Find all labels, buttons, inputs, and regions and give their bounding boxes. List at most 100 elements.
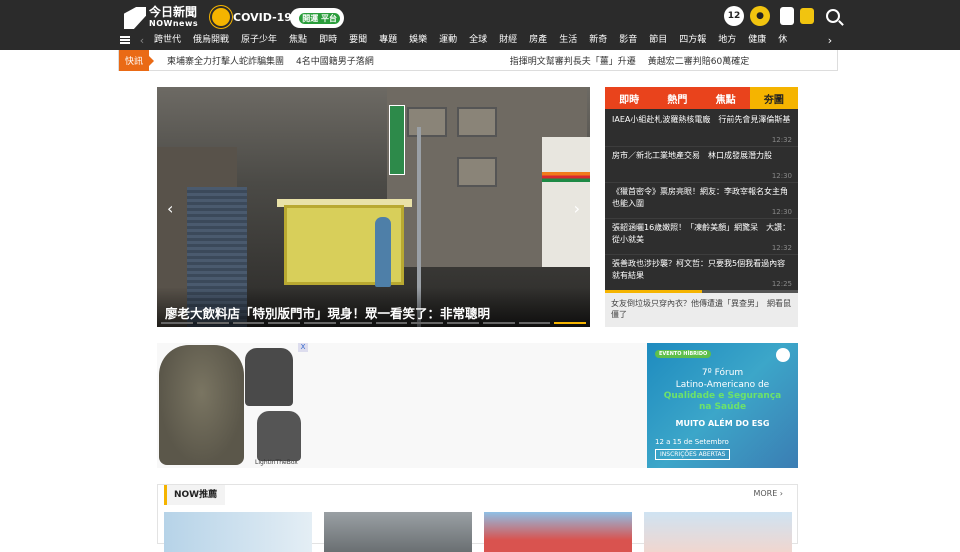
item-title: IAEA小組赴札波羅熱核電廠 行前先會見澤倫斯基 <box>612 115 791 124</box>
mic-icon[interactable] <box>800 8 814 24</box>
covid-label: COVID-19 <box>233 10 292 24</box>
thumb-store-image[interactable] <box>484 512 632 552</box>
covid-link[interactable]: COVID-19 <box>212 6 292 28</box>
shirt-image <box>257 411 301 461</box>
virus-icon <box>212 8 230 26</box>
nav-item[interactable]: 休 <box>772 32 793 48</box>
carousel-dot[interactable] <box>447 322 479 324</box>
nav-next-icon[interactable]: › <box>824 34 836 47</box>
more-link[interactable]: MORE › <box>753 489 783 498</box>
carousel-dot-active[interactable] <box>554 322 586 324</box>
nav-prev-icon[interactable]: ‹ <box>136 34 148 47</box>
ticker-item[interactable]: 4名中國籍男子落網 <box>296 54 374 67</box>
ticker-item[interactable]: 柬埔寨全力打擊人蛇詐騙集團 <box>167 54 284 67</box>
sidebar-tabs: 即時 熱門 焦點 夯圖 <box>605 87 798 109</box>
carousel-dots <box>161 322 586 324</box>
tab-hot-pics[interactable]: 夯圖 <box>749 87 798 109</box>
ad-line: MUITO ALÉM DO ESG <box>675 419 770 428</box>
nav-item[interactable]: 房產 <box>523 32 553 48</box>
nav-item[interactable]: 生活 <box>553 32 583 48</box>
tab-focus[interactable]: 焦點 <box>701 87 750 109</box>
nav-item[interactable]: 財經 <box>493 32 523 48</box>
main-nav: ‹ 跨世代 俄烏開戰 原子少年 焦點 即時 要聞 專題 娛樂 運動 全球 財經 … <box>120 32 840 48</box>
list-item[interactable]: 張善政也涉抄襲？柯文哲：只要我5個我看過內容就有結果 12:25 <box>605 255 798 291</box>
item-title: 張韶涵曬16歲嫩照！「凍齡美顏」網驚呆 大讚：從小就美 <box>612 223 791 244</box>
nav-item[interactable]: 地方 <box>712 32 742 48</box>
carousel-dot[interactable] <box>304 322 336 324</box>
nav-item[interactable]: 新奇 <box>583 32 613 48</box>
list-item[interactable]: 《獵首密令》票房亮眼！網友：李政宰報名女主角也能入圍 12:30 <box>605 183 798 219</box>
tab-popular[interactable]: 熱門 <box>653 87 702 109</box>
forum-ad[interactable]: EVENTO HÍBRIDO 7º Fórum Latino-Americano… <box>647 343 798 468</box>
list-item[interactable]: 房市／新北工業地產交易 林口成發展潛力股 12:30 <box>605 147 798 183</box>
nav-item[interactable]: 焦點 <box>283 32 313 48</box>
item-time: 12:30 <box>771 208 792 216</box>
nav-item[interactable]: 全球 <box>463 32 493 48</box>
thumb-street-image[interactable] <box>324 512 472 552</box>
item-time: 12:32 <box>771 136 792 144</box>
menu-icon[interactable] <box>120 36 130 44</box>
ad-line: Qualidade e Segurança <box>663 391 782 401</box>
carousel-dot[interactable] <box>161 322 193 324</box>
item-title: 《獵首密令》票房亮眼！網友：李政宰報名女主角也能入圍 <box>612 187 788 208</box>
nav-item[interactable]: 影音 <box>613 32 643 48</box>
item-time: 12:25 <box>771 280 792 288</box>
item-title: 張善政也涉抄襲？柯文哲：只要我5個我看過內容就有結果 <box>612 259 786 280</box>
list-item[interactable]: 張韶涵曬16歲嫩照！「凍齡美顏」網驚呆 大讚：從小就美 12:32 <box>605 219 798 255</box>
carousel-dot[interactable] <box>339 322 372 324</box>
item-time: 12:30 <box>771 172 792 180</box>
street-sign-image <box>389 105 405 175</box>
nav-item[interactable]: 健康 <box>742 32 772 48</box>
breaking-ticker: 快訊 柬埔寨全力打擊人蛇詐騙集團 4名中國籍男子落網 指揮明文幫審判長夫「薑」升… <box>118 49 838 71</box>
logo-mark-icon <box>124 7 146 29</box>
carousel-dot[interactable] <box>482 322 515 324</box>
sidebar-bottom-link[interactable]: 女友倒垃圾只穿內衣？他傳遭遺「異查男」 網看鼠僵了 <box>605 293 798 327</box>
logo-sub: NOWnews <box>149 19 199 28</box>
hero-carousel[interactable]: ‹ › 廖老大飲料店「特別版門市」現身！眾一看笑了：非常聰明 <box>157 87 590 327</box>
nav-item[interactable]: 四方報 <box>673 32 712 48</box>
ad-pill: EVENTO HÍBRIDO <box>655 350 712 358</box>
nav-item[interactable]: 要聞 <box>343 32 373 48</box>
nav-item[interactable]: 專題 <box>373 32 403 48</box>
coin-icon[interactable]: ● <box>750 6 770 26</box>
ad-cta-button[interactable]: INSCRIÇÕES ABERTAS <box>655 449 731 460</box>
12-icon[interactable]: 12 <box>724 6 744 26</box>
nav-item[interactable]: 原子少年 <box>235 32 283 48</box>
phone-icon[interactable] <box>780 7 794 25</box>
site-logo[interactable]: 今日新聞 NOWnews <box>124 6 198 30</box>
now-recommend: NOW推薦 MORE › <box>157 484 798 552</box>
ad-line: Latino-Americano de <box>675 380 770 390</box>
hero-next-icon[interactable]: › <box>574 199 580 218</box>
nav-item[interactable]: 娛樂 <box>403 32 433 48</box>
hero-prev-icon[interactable]: ‹ <box>167 199 173 218</box>
carousel-dot[interactable] <box>232 322 265 324</box>
nav-item[interactable]: 跨世代 <box>148 32 187 48</box>
carousel-dot[interactable] <box>518 322 551 324</box>
shirt-image <box>159 345 244 465</box>
carousel-dot[interactable] <box>375 322 408 324</box>
carousel-dot[interactable] <box>411 322 443 324</box>
thumb-person-image[interactable] <box>644 512 792 552</box>
ticker-item[interactable]: 指揮明文幫審判長夫「薑」升遷 <box>510 54 636 67</box>
nav-item[interactable]: 即時 <box>313 32 343 48</box>
hero-caption[interactable]: 廖老大飲料店「特別版門市」現身！眾一看笑了：非常聰明 <box>165 303 490 322</box>
ad-line: na Saúde <box>698 402 747 412</box>
search-icon[interactable] <box>826 9 840 23</box>
carousel-dot[interactable] <box>268 322 300 324</box>
ad-brand: LightInTheBox <box>255 459 298 466</box>
promo-badge[interactable]: 開運 平台 <box>290 8 344 28</box>
carousel-dot[interactable] <box>196 322 229 324</box>
logo-name: 今日新聞 <box>149 5 198 19</box>
promo-label: 開運 平台 <box>299 12 340 24</box>
ticker-item[interactable]: 黃越宏二審判賠60萬確定 <box>648 54 749 67</box>
tab-latest[interactable]: 即時 <box>605 87 654 109</box>
list-item[interactable]: IAEA小組赴札波羅熱核電廠 行前先會見澤倫斯基 12:32 <box>605 111 798 147</box>
thumb-map-image[interactable] <box>164 512 312 552</box>
nav-item[interactable]: 俄烏開戰 <box>187 32 235 48</box>
nav-item[interactable]: 節目 <box>643 32 673 48</box>
nav-item[interactable]: 運動 <box>433 32 463 48</box>
ticker-tag: 快訊 <box>119 49 154 71</box>
news-sidebar: 即時 熱門 焦點 夯圖 IAEA小組赴札波羅熱核電廠 行前先會見澤倫斯基 12:3… <box>605 87 798 327</box>
ad-line: 7º Fórum <box>701 368 744 378</box>
ad-close-icon[interactable]: X <box>298 343 308 352</box>
